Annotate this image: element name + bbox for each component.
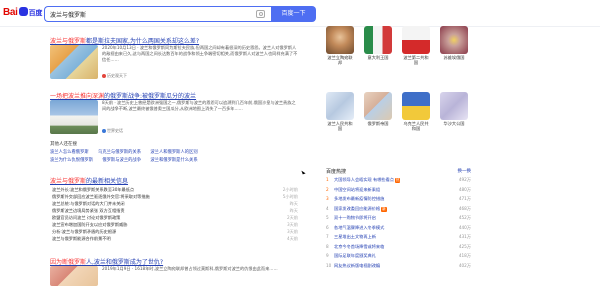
news-item[interactable]: 俄罗斯外交部回应波兰驱逐俄外交官:将采取对等措施 5小时前 [50, 194, 300, 201]
result-title[interactable]: 波兰与俄罗斯都是斯拉夫国家,为什么两国关系却这么差? [50, 36, 300, 45]
map-image [440, 92, 468, 120]
related-link[interactable]: 波兰为什么仇恨俄罗斯 [50, 158, 93, 163]
entity-label: 苏维埃俄国 [443, 55, 465, 60]
news-item[interactable]: 波兰宣布增加国防开支以应对俄罗斯威胁 3天前 [50, 222, 300, 229]
baidu-logo[interactable]: Bai 百度 [3, 7, 42, 18]
hot-item[interactable]: 1 大国领导人会晤实现 有哪些看点热 492万 [326, 177, 471, 187]
entity-card[interactable]: 波兰人民共和国 [326, 92, 354, 131]
hot-search-panel: 百度热搜 换一换 1 大国领导人会晤实现 有哪些看点热 492万 2 中国空间站将迎来… [326, 168, 471, 272]
hot-item[interactable]: 4 国家发改委回应能源价格新 468万 [326, 206, 471, 216]
entity-label: 波兰第二共和国 [403, 55, 429, 65]
source-avatar-icon [102, 129, 106, 133]
camera-icon[interactable] [256, 10, 265, 18]
map-image [326, 92, 354, 120]
paw-icon [18, 7, 28, 16]
result-snippet: 2020年10月13日 · 波兰和俄罗斯同为斯拉夫民族,但两国之间却有着很深的历… [102, 45, 298, 62]
mouse-cursor-icon [301, 169, 306, 175]
result-2: 一场把波兰推向深渊的俄罗斯战争:被俄罗斯瓜分的波兰 8天前 · 波兰历史上曾经是… [50, 91, 300, 141]
result-snippet: 8天前 · 波兰历史上曾经是欧洲强国之一,俄罗斯与波兰的恩怨可以追溯到几百年前,… [102, 100, 296, 111]
news-item[interactable]: 分析:波兰与俄罗斯矛盾的历史根源 3天前 [50, 229, 300, 236]
news-card: 波兰与俄罗斯的最新相关信息 [50, 176, 300, 185]
news-list: 波兰外长:波兰和俄罗斯关系跌至30年最低点 2小时前 俄罗斯外交部回应波兰驱逐俄外… [50, 187, 300, 243]
related-link[interactable]: 波兰和俄罗斯是什么关系 [150, 158, 197, 163]
hot-tag: 热 [394, 178, 401, 183]
result-snippet: 2019年1月9日 · 1618年时,波兰立陶宛联邦曾占领过莫斯科,俄罗斯对波兰… [102, 266, 278, 271]
logo-text-cn: 百度 [28, 10, 43, 17]
hot-search-title: 百度热搜 [326, 169, 347, 175]
entity-label: 乌克兰人民共和国 [403, 121, 429, 131]
hot-tag: 新 [381, 206, 387, 212]
entity-label: 华沙大公国 [443, 121, 465, 126]
hot-item[interactable]: 8 北京今冬首场降雪或将来临 425万 [326, 244, 471, 254]
result-1: 波兰与俄罗斯都是斯拉夫国家,为什么两国关系却这么差? 2020年10月13日 ·… [50, 36, 300, 88]
result-thumbnail-map[interactable] [50, 45, 98, 79]
hot-item[interactable]: 3 多地发布最新疫情防控措施 471万 [326, 196, 471, 206]
refresh-link[interactable]: 换一换 [458, 168, 472, 174]
flag-image [364, 26, 392, 54]
news-item[interactable]: 波兰与俄罗斯能源合作前景不明 4天前 [50, 236, 300, 243]
entity-card[interactable]: 俄罗斯帝国 [364, 92, 392, 126]
related-link[interactable]: 波兰人和俄罗斯人的区别 [150, 150, 197, 155]
result-source[interactable]: 历史观天下 [102, 73, 127, 79]
hot-item[interactable]: 7 三星堆出土文物再上新 431万 [326, 234, 471, 244]
entity-card[interactable]: 波兰立陶宛联邦 [326, 26, 354, 65]
related-link[interactable]: 俄罗斯与波兰的战争 [102, 158, 141, 163]
entity-label: 波兰人民共和国 [327, 121, 353, 131]
entity-card[interactable]: 苏维埃俄国 [440, 26, 468, 60]
entity-label: 俄罗斯帝国 [367, 121, 389, 126]
news-item[interactable]: 俄罗斯波兰边境局势紧张 双方互相指责 昨天 [50, 208, 300, 215]
result-title[interactable]: 一场把波兰推向深渊的俄罗斯战争:被俄罗斯瓜分的波兰 [50, 91, 300, 100]
search-input[interactable]: 波兰与俄罗斯 [44, 6, 271, 22]
search-query[interactable]: 波兰与俄罗斯 [50, 10, 86, 19]
result-3: 因为断俄罗斯人,波兰和俄罗斯成为了世仇? 2019年1月9日 · 1618年时,… [50, 257, 300, 287]
hot-item[interactable]: 6 各地气温骤降进入冬季模式 440万 [326, 225, 471, 235]
top-bar: Bai 百度 波兰与俄罗斯 百度一下 [0, 0, 600, 27]
source-avatar-icon [102, 74, 106, 78]
related-heading: 其他人还在搜 [50, 142, 77, 147]
flag-image [402, 26, 430, 54]
related-row: 波兰人怎么看俄罗斯 乌克兰与俄罗斯的关系 波兰人和俄罗斯人的区别 [50, 149, 300, 155]
entity-card[interactable]: 波兰第二共和国 [402, 26, 430, 65]
related-row: 波兰为什么仇恨俄罗斯 俄罗斯与波兰的战争 波兰和俄罗斯是什么关系 [50, 157, 300, 163]
entity-image [326, 26, 354, 54]
hot-item[interactable]: 5 双十一购物节即将开启 452万 [326, 215, 471, 225]
result-thumbnail-map[interactable] [50, 266, 98, 286]
entity-label: 意大利王国 [367, 55, 389, 60]
result-title[interactable]: 因为断俄罗斯人,波兰和俄罗斯成为了世仇? [50, 257, 300, 266]
hot-item[interactable]: 10 网友热议新版电视剧改编 402万 [326, 263, 471, 273]
flag-image [402, 92, 430, 120]
entity-card[interactable]: 意大利王国 [364, 26, 392, 60]
entity-card[interactable]: 乌克兰人民共和国 [402, 92, 430, 131]
news-item[interactable]: 波兰外长:波兰和俄罗斯关系跌至30年最低点 2小时前 [50, 187, 300, 194]
news-title[interactable]: 波兰与俄罗斯的最新相关信息 [50, 176, 300, 185]
entity-label: 波兰立陶宛联邦 [327, 55, 353, 65]
result-source[interactable]: 世界史话 [102, 128, 123, 134]
logo-text: Bai [3, 7, 18, 18]
news-item[interactable]: 欧盟官员访问波兰 讨论对俄罗斯政策 2天前 [50, 215, 300, 222]
related-searches: 其他人还在搜 波兰人怎么看俄罗斯 乌克兰与俄罗斯的关系 波兰人和俄罗斯人的区别 … [50, 141, 300, 165]
news-item[interactable]: 波兰总统:与俄罗斯对话的大门并未关闭 昨天 [50, 201, 300, 208]
hot-item[interactable]: 2 中国空间站将迎来新乘组 480万 [326, 187, 471, 197]
map-image [364, 92, 392, 120]
related-link[interactable]: 乌克兰与俄罗斯的关系 [98, 150, 141, 155]
hot-search-header: 百度热搜 换一换 [326, 168, 471, 175]
coat-of-arms-image [440, 26, 468, 54]
related-link[interactable]: 波兰人怎么看俄罗斯 [50, 150, 89, 155]
search-button[interactable]: 百度一下 [271, 6, 316, 22]
result-thumbnail-building[interactable] [50, 100, 98, 134]
entity-card[interactable]: 华沙大公国 [440, 92, 468, 126]
hot-item[interactable]: 9 国际足联年度颁奖典礼 418万 [326, 253, 471, 263]
